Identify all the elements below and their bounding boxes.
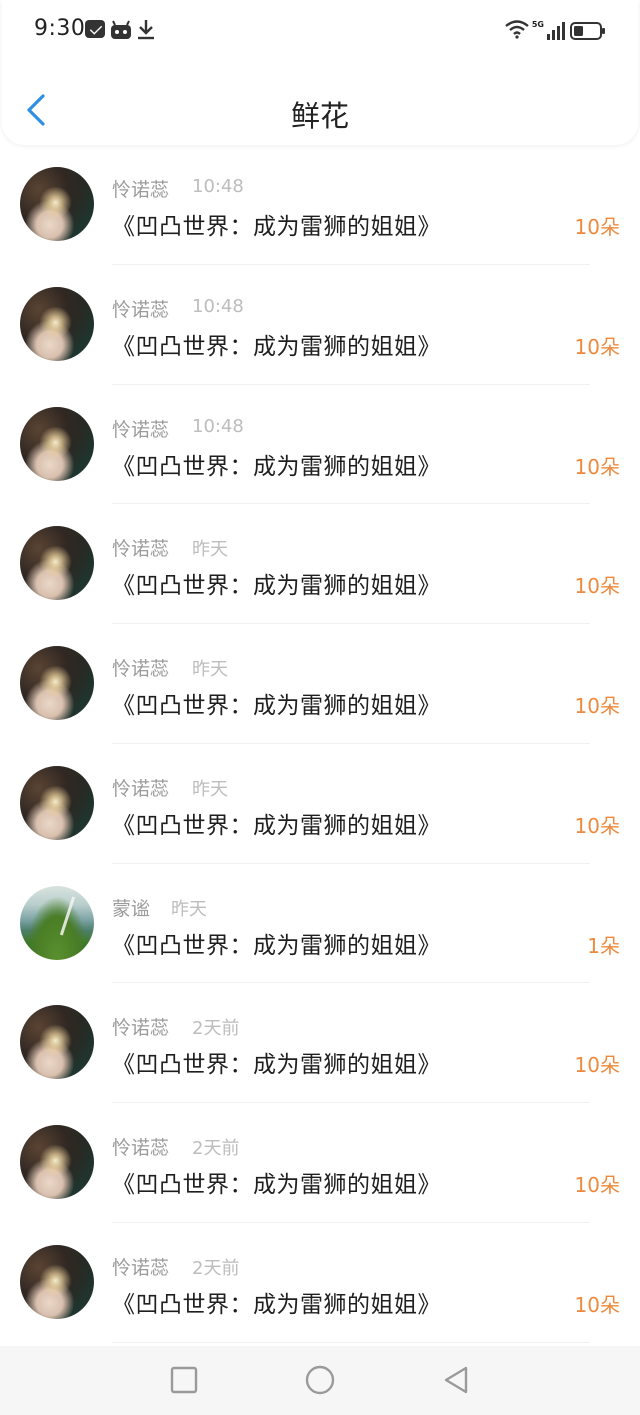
robot-icon	[110, 20, 132, 40]
home-circle-icon[interactable]	[304, 1364, 336, 1396]
list-item[interactable]: 怜诺蕊 10:48 《凹凸世界：成为雷狮的姐姐》 10朵	[0, 385, 640, 505]
flower-count: 10朵	[574, 1292, 620, 1317]
user-name[interactable]: 怜诺蕊	[112, 534, 169, 561]
title-bar: 鲜花	[2, 60, 638, 145]
item-time: 2天前	[192, 1257, 240, 1279]
book-title: 《凹凸世界：成为雷狮的姐姐》	[112, 453, 441, 480]
flower-count: 10朵	[574, 454, 620, 479]
list-item[interactable]: 怜诺蕊 2天前《凹凸世界：成为雷狮的姐姐》 10朵	[0, 1103, 640, 1223]
header: 9:30 5G 鲜花	[2, 0, 638, 145]
book-title: 《凹凸世界：成为雷狮的姐姐》	[112, 333, 441, 360]
book-title: 《凹凸世界：成为雷狮的姐姐》	[112, 214, 441, 240]
book-title: 《凹凸世界：成为雷狮的姐姐》	[112, 1172, 441, 1198]
user-name[interactable]: 怜诺蕊	[112, 1133, 169, 1160]
avatar[interactable]	[20, 765, 94, 840]
item-time: 10:48	[192, 176, 244, 197]
status-bar: 9:30 5G	[2, 0, 638, 60]
user-name[interactable]: 怜诺蕊	[112, 175, 169, 202]
flower-count: 10朵	[574, 574, 620, 599]
page-title: 鲜花	[290, 99, 349, 133]
network-label: 5G	[531, 20, 544, 29]
avatar[interactable]	[20, 1005, 94, 1080]
list-item[interactable]: 怜诺蕊 昨天《凹凸世界：成为雷狮的姐姐》 10朵	[0, 624, 640, 744]
book-title: 《凹凸世界：成为雷狮的姐姐》	[112, 812, 441, 839]
download-icon	[136, 18, 156, 40]
flower-list: 怜诺蕊 10:48 《凹凸世界：成为雷狮的姐姐》 10朵 怜诺蕊 10:48 《凹凸世界：成…	[0, 145, 640, 1343]
list-item[interactable]: 蒙谧 昨天《凹凸世界：成为雷狮的姐姐》 1朵	[0, 864, 640, 984]
flower-count: 10朵	[574, 813, 620, 838]
wifi-icon	[504, 19, 530, 39]
item-time: 10:48	[192, 295, 244, 317]
item-time: 2天前	[192, 1138, 240, 1159]
item-time: 2天前	[192, 1018, 240, 1040]
avatar[interactable]	[20, 526, 94, 601]
user-name[interactable]: 蒙谧	[112, 894, 150, 921]
flower-count: 10朵	[574, 1173, 620, 1197]
avatar[interactable]	[20, 1244, 94, 1319]
flower-count: 10朵	[574, 334, 620, 359]
book-title: 《凹凸世界：成为雷狮的姐姐》	[112, 1291, 441, 1318]
list-item[interactable]: 怜诺蕊 昨天《凹凸世界：成为雷狮的姐姐》 10朵	[0, 744, 640, 864]
book-title: 《凹凸世界：成为雷狮的姐姐》	[112, 573, 441, 600]
item-time: 昨天	[171, 898, 207, 920]
book-title: 《凹凸世界：成为雷狮的姐姐》	[112, 1052, 441, 1079]
list-item[interactable]: 怜诺蕊 2天前《凹凸世界：成为雷狮的姐姐》 10朵	[0, 1223, 640, 1343]
avatar[interactable]	[20, 286, 94, 361]
battery-icon	[570, 21, 606, 41]
flower-count: 1朵	[587, 933, 620, 958]
book-title: 《凹凸世界：成为雷狮的姐姐》	[112, 693, 441, 719]
flower-count: 10朵	[574, 215, 620, 239]
list-item[interactable]: 怜诺蕊 昨天《凹凸世界：成为雷狮的姐姐》 10朵	[0, 504, 640, 624]
list-item[interactable]: 怜诺蕊 10:48 《凹凸世界：成为雷狮的姐姐》 10朵	[0, 145, 640, 265]
item-time: 昨天	[192, 539, 228, 561]
user-name[interactable]: 怜诺蕊	[112, 1253, 169, 1280]
divider	[112, 1341, 590, 1343]
avatar[interactable]	[20, 1125, 94, 1199]
user-name[interactable]: 怜诺蕊	[112, 774, 169, 801]
item-time: 昨天	[192, 659, 228, 680]
status-time: 9:30	[34, 16, 86, 41]
avatar[interactable]	[20, 646, 94, 720]
item-time: 10:48	[192, 415, 244, 437]
system-nav-bar	[0, 1346, 640, 1415]
back-triangle-icon[interactable]	[440, 1364, 472, 1396]
list-item[interactable]: 怜诺蕊 2天前《凹凸世界：成为雷狮的姐姐》 10朵	[0, 983, 640, 1103]
signal-icon	[546, 21, 566, 40]
avatar[interactable]	[20, 406, 94, 481]
user-name[interactable]: 怜诺蕊	[112, 295, 169, 322]
user-name[interactable]: 怜诺蕊	[112, 1013, 169, 1040]
message-icon	[85, 20, 105, 38]
book-title: 《凹凸世界：成为雷狮的姐姐》	[112, 932, 441, 959]
flower-count: 10朵	[574, 694, 620, 718]
user-name[interactable]: 怜诺蕊	[112, 415, 169, 442]
avatar[interactable]	[20, 885, 94, 960]
recents-square-icon[interactable]	[168, 1364, 200, 1396]
user-name[interactable]: 怜诺蕊	[112, 654, 169, 681]
item-time: 昨天	[192, 778, 228, 800]
avatar[interactable]	[20, 167, 94, 241]
list-item[interactable]: 怜诺蕊 10:48 《凹凸世界：成为雷狮的姐姐》 10朵	[0, 265, 640, 385]
flower-count: 10朵	[574, 1053, 620, 1078]
